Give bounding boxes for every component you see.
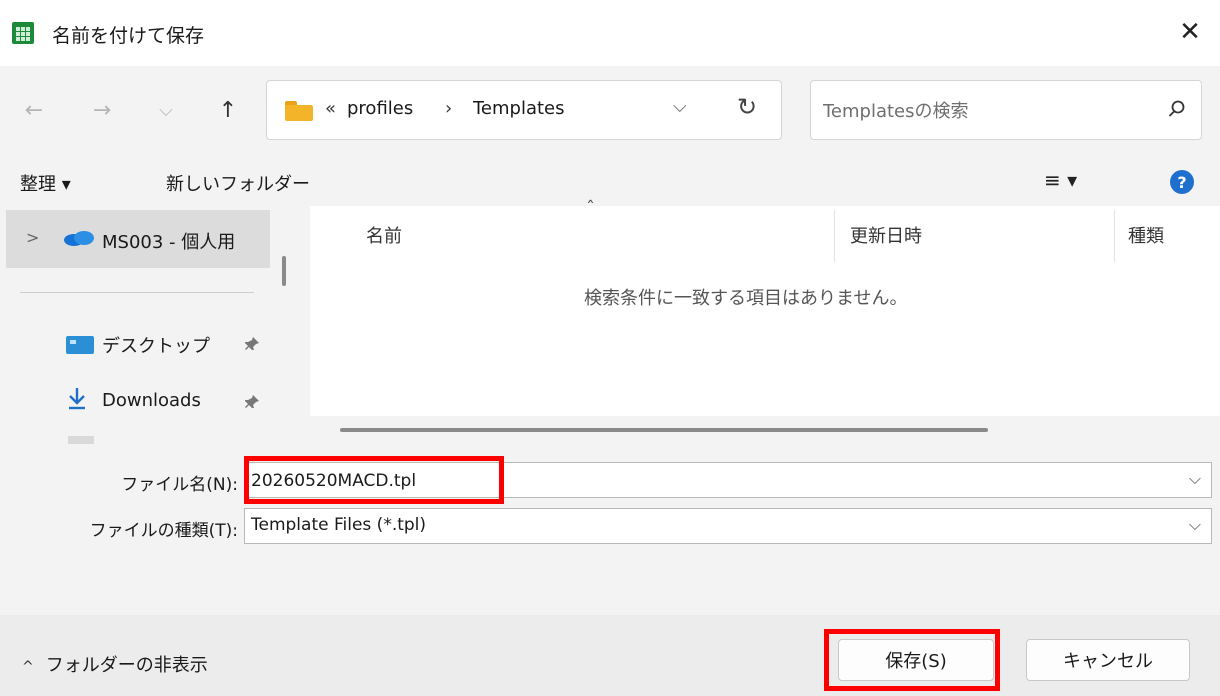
chevron-down-icon[interactable]: ⌵ [1189,469,1201,489]
column-separator[interactable] [1114,210,1115,262]
view-options-icon[interactable]: ≡ ▾ [1044,168,1077,192]
organize-menu[interactable]: 整理 ▾ [20,170,71,196]
forward-arrow-icon[interactable]: → [82,90,122,130]
pin-icon [244,394,260,414]
filetype-select[interactable]: Template Files (*.tpl) ⌵ [244,508,1212,544]
search-icon[interactable] [1165,97,1189,121]
spreadsheet-app-icon [12,22,34,44]
chevron-up-icon: ^ [22,659,34,675]
scrollbar-thumb[interactable] [340,428,988,432]
address-bar[interactable]: « profiles › Templates ⌵ ↻ [266,80,782,140]
pin-icon [244,336,260,356]
breadcrumb-profiles[interactable]: profiles [347,98,413,119]
save-form: ファイル名(N): ⌵ ファイルの種類(T): Template Files (… [0,444,1220,696]
column-header-type[interactable]: 種類 [1128,222,1164,248]
navigation-bar: ← → ⌵ ↑ « profiles › Templates ⌵ ↻ [0,66,1220,156]
command-bar: 整理 ▾ 新しいフォルダー ≡ ▾ ? [0,156,1220,206]
filetype-value: Template Files (*.tpl) [251,515,427,535]
chevron-down-icon[interactable]: ⌵ [1189,515,1201,535]
recent-locations-chevron-icon[interactable]: ⌵ [146,90,186,130]
nav-pane-scrollbar[interactable] [282,256,286,286]
nav-item-onedrive[interactable]: > MS003 - 個人用 [6,210,270,268]
filetype-label: ファイルの種類(T): [89,521,238,541]
up-arrow-icon[interactable]: ↑ [208,90,248,130]
hide-folders-label: フォルダーの非表示 [45,655,208,676]
folder-icon [285,101,313,121]
window-title: 名前を付けて保存 [52,25,205,47]
refresh-icon[interactable]: ↻ [737,93,757,121]
new-folder-button[interactable]: 新しいフォルダー [166,170,310,196]
dialog-footer: ^ フォルダーの非表示 保存(S) キャンセル [0,615,1220,696]
nav-item-downloads[interactable]: Downloads [102,390,201,411]
breadcrumb-separator-icon[interactable]: › [445,98,452,119]
onedrive-cloud-icon [64,231,94,246]
search-input[interactable] [823,97,1123,125]
save-as-dialog: 名前を付けて保存 ✕ ← → ⌵ ↑ « profiles › Template… [0,0,1220,696]
horizontal-scrollbar[interactable] [310,416,1220,444]
search-box [810,80,1202,140]
navigation-pane: > MS003 - 個人用 デスクトップ Downloads [0,206,300,444]
desktop-icon [66,336,94,354]
title-bar: 名前を付けて保存 ✕ [0,0,1220,66]
column-header-modified[interactable]: 更新日時 [850,222,922,248]
nav-item-onedrive-label: MS003 - 個人用 [102,232,236,253]
column-separator[interactable] [834,210,835,262]
close-icon[interactable]: ✕ [1174,16,1206,48]
save-button[interactable]: 保存(S) [838,639,994,681]
filename-combobox: ⌵ [244,462,1212,498]
back-arrow-icon[interactable]: ← [14,90,54,130]
file-list: ˆ 名前 更新日時 種類 検索条件に一致する項目はありません。 [310,198,1220,444]
breadcrumb-overflow-icon[interactable]: « [325,98,336,119]
sort-ascending-icon: ˆ [586,198,595,219]
nav-item-desktop[interactable]: デスクトップ [102,332,210,358]
address-dropdown-icon[interactable]: ⌵ [673,96,687,117]
download-icon [66,386,88,416]
filename-input[interactable] [251,469,1151,493]
cancel-button[interactable]: キャンセル [1026,639,1190,681]
expand-chevron-icon[interactable]: > [26,228,39,247]
help-icon[interactable]: ? [1170,170,1194,194]
nav-divider [20,292,254,293]
empty-message: 検索条件に一致する項目はありません。 [584,288,908,309]
breadcrumb-templates[interactable]: Templates [473,98,565,119]
column-header-name[interactable]: 名前 [366,222,402,248]
nav-item-partial [68,436,94,444]
filename-label: ファイル名(N): [121,475,238,495]
hide-folders-toggle[interactable]: ^ フォルダーの非表示 [22,651,208,677]
